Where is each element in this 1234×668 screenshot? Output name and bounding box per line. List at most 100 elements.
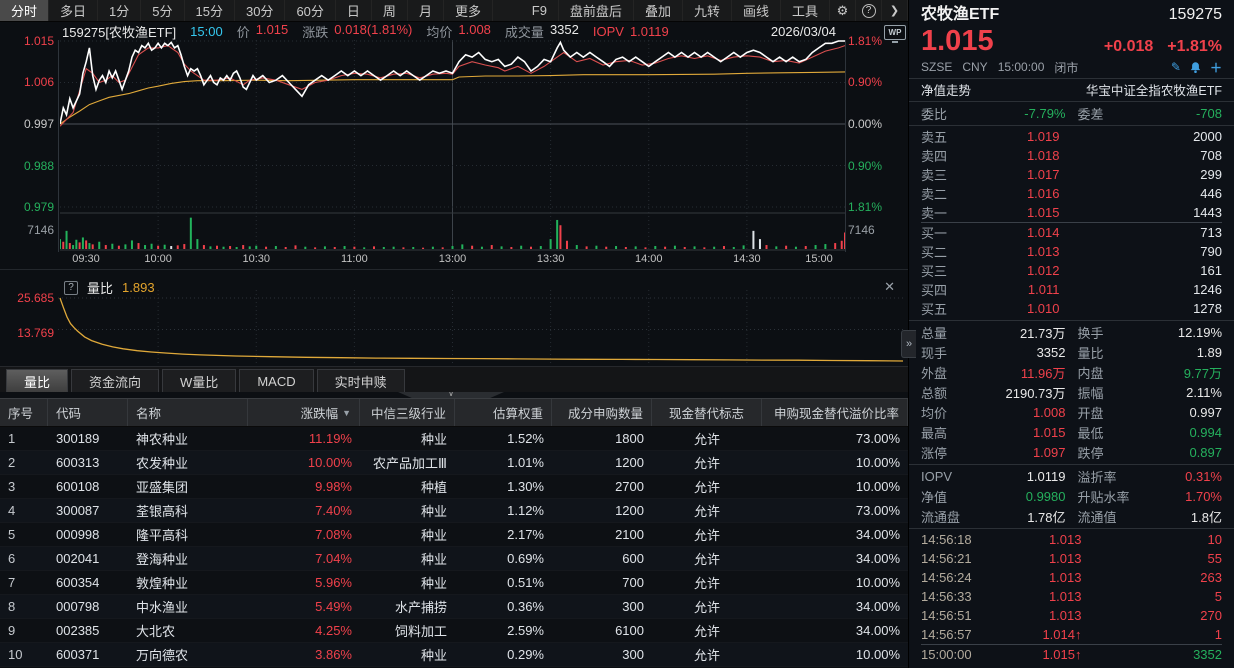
right-axis-tick: 1.81%: [848, 34, 906, 48]
stat-row: 流通盘1.78亿流通值1.8亿: [921, 506, 1222, 526]
timeframe-tab-更多[interactable]: 更多: [444, 0, 493, 21]
column-header-中信三级行业[interactable]: 中信三级行业: [360, 399, 455, 426]
tick-row: 14:56:511.013270: [921, 606, 1222, 625]
book-level-卖五[interactable]: 卖五1.0192000: [921, 127, 1222, 146]
column-header-涨跌幅[interactable]: 涨跌幅▼: [248, 399, 360, 426]
toolbar-item-工具[interactable]: 工具: [781, 0, 830, 21]
fund-full-name: 华宝中证全指农牧渔ETF: [1086, 80, 1222, 99]
column-header-名称[interactable]: 名称: [128, 399, 248, 426]
level-label: 买一: [921, 223, 965, 242]
timeframe-tab-15分[interactable]: 15分: [185, 0, 235, 21]
price-label: 价: [237, 22, 250, 41]
time-tick-14:00: 14:00: [635, 253, 663, 265]
cell: 0.69%: [455, 551, 552, 566]
book-level-卖三[interactable]: 卖三1.017299: [921, 165, 1222, 184]
indicator-tab-资金流向[interactable]: 资金流向: [71, 369, 159, 392]
book-level-买四[interactable]: 买四1.0111246: [921, 280, 1222, 299]
level-price: 1.017: [965, 167, 1094, 182]
indicator-tabs: 量比资金流向W量比MACD实时申赎: [0, 366, 908, 392]
stat-label-升贴水率: 升贴水率: [1066, 487, 1136, 506]
timeframe-tab-60分[interactable]: 60分: [285, 0, 335, 21]
cell: 0.51%: [455, 575, 552, 590]
timeframe-tab-月[interactable]: 月: [408, 0, 444, 21]
book-level-买二[interactable]: 买二1.013790: [921, 242, 1222, 261]
column-header-代码[interactable]: 代码: [48, 399, 128, 426]
panel-expander-handle[interactable]: »: [901, 330, 916, 358]
indicator-panel[interactable]: ? 量比 1.893 ✕ 25.68513.769: [0, 269, 908, 366]
table-row-荃银高科[interactable]: 4300087荃银高科7.40%种业1.12%1200允许73.00%: [0, 499, 908, 523]
cell: 9.98%: [248, 479, 360, 494]
table-row-中水渔业[interactable]: 8000798中水渔业5.49%水产捕捞0.36%300允许34.00%: [0, 595, 908, 619]
book-level-卖一[interactable]: 卖一1.0151443: [921, 203, 1222, 222]
cell: 600108: [48, 479, 128, 494]
column-header-成分申购数量[interactable]: 成分申购数量: [552, 399, 652, 426]
toolbar-item-盘前盘后[interactable]: 盘前盘后: [559, 0, 634, 21]
level-label: 卖四: [921, 146, 965, 165]
price-change: +0.018: [1104, 38, 1153, 56]
cell: 2700: [552, 479, 652, 494]
book-level-买五[interactable]: 买五1.0101278: [921, 299, 1222, 318]
stat-value-溢折率: 0.31%: [1136, 469, 1223, 484]
timeframe-tab-1分[interactable]: 1分: [98, 0, 141, 21]
table-row-大北农[interactable]: 9002385大北农4.25%饲料加工2.59%6100允许34.00%: [0, 619, 908, 643]
settings-gear-icon[interactable]: ⚙: [830, 0, 856, 21]
cell: 2.17%: [455, 527, 552, 542]
stat-label-内盘: 内盘: [1066, 363, 1136, 382]
toolbar-item-九转[interactable]: 九转: [683, 0, 732, 21]
indicator-tab-量比[interactable]: 量比: [6, 369, 68, 392]
weicha-label: 委差: [1066, 104, 1136, 123]
cell: 10.00%: [762, 647, 908, 662]
alert-bell-icon[interactable]: [1189, 61, 1202, 74]
time-and-sales[interactable]: 14:56:181.0131014:56:211.0135514:56:241.…: [921, 530, 1222, 663]
time-tick-13:30: 13:30: [537, 253, 565, 265]
toolbar-more-chevron-icon[interactable]: ❯: [882, 0, 908, 21]
timeframe-tab-5分[interactable]: 5分: [141, 0, 184, 21]
iopv-value: 1.0119: [630, 24, 669, 39]
table-row-神农种业[interactable]: 1300189神农种业11.19%种业1.52%1800允许73.00%: [0, 427, 908, 451]
timeframe-tab-分时[interactable]: 分时: [0, 0, 49, 21]
table-row-登海种业[interactable]: 6002041登海种业7.04%种业0.69%600允许34.00%: [0, 547, 908, 571]
table-row-隆平高科[interactable]: 5000998隆平高科7.08%种业2.17%2100允许34.00%: [0, 523, 908, 547]
book-level-卖四[interactable]: 卖四1.018708: [921, 146, 1222, 165]
indicator-tab-实时申赎[interactable]: 实时申赎: [317, 369, 405, 392]
column-header-现金替代标志[interactable]: 现金替代标志: [652, 399, 762, 426]
intraday-chart[interactable]: 1.0151.0060.9970.9880.9791.81%0.90%0.00%…: [0, 40, 908, 252]
timeframe-tab-日[interactable]: 日: [336, 0, 372, 21]
indicator-tab-MACD[interactable]: MACD: [239, 369, 313, 392]
timeframe-tab-周[interactable]: 周: [372, 0, 408, 21]
book-level-买一[interactable]: 买一1.014713: [921, 223, 1222, 242]
left-axis-tick: 0.979: [0, 200, 54, 214]
column-header-估算权重[interactable]: 估算权重: [455, 399, 552, 426]
cell: 0.36%: [455, 599, 552, 614]
column-header-申购现金替代溢价比率[interactable]: 申购现金替代溢价比率: [762, 399, 908, 426]
tick-time: 14:56:18: [921, 532, 997, 547]
cell: 0.29%: [455, 647, 552, 662]
book-level-卖二[interactable]: 卖二1.016446: [921, 184, 1222, 203]
toolbar-item-F9[interactable]: F9: [521, 0, 559, 21]
toolbar-item-叠加[interactable]: 叠加: [634, 0, 683, 21]
cell: 允许: [652, 477, 762, 496]
indicator-tab-W量比[interactable]: W量比: [162, 369, 236, 392]
column-header-序号[interactable]: 序号: [0, 399, 48, 426]
security-name: 农牧渔ETF: [921, 0, 999, 24]
table-row-敦煌种业[interactable]: 7600354敦煌种业5.96%种业0.51%700允许10.00%: [0, 571, 908, 595]
cell: 5.96%: [248, 575, 360, 590]
bid-book: 买一1.014713买二1.013790买三1.012161买四1.011124…: [921, 223, 1222, 318]
cell: 隆平高科: [128, 525, 248, 544]
nav-trend-label[interactable]: 净值走势: [921, 80, 971, 99]
timeframe-tab-多日[interactable]: 多日: [49, 0, 98, 21]
toolbar-item-画线[interactable]: 画线: [732, 0, 781, 21]
level-quantity: 1443: [1094, 205, 1223, 220]
table-row-万向德农[interactable]: 10600371万向德农3.86%种业0.29%300允许10.00%: [0, 643, 908, 667]
cell: 1.52%: [455, 431, 552, 446]
stat-label-量比: 量比: [1066, 343, 1136, 362]
edit-pencil-icon[interactable]: ✎: [1171, 60, 1181, 74]
table-row-亚盛集团[interactable]: 3600108亚盛集团9.98%种植1.30%2700允许10.00%: [0, 475, 908, 499]
help-icon[interactable]: ?: [856, 0, 882, 21]
timeframe-tab-30分[interactable]: 30分: [235, 0, 285, 21]
table-row-农发种业[interactable]: 2600313农发种业10.00%农产品加工Ⅲ1.01%1200允许10.00%: [0, 451, 908, 475]
book-level-买三[interactable]: 买三1.012161: [921, 261, 1222, 280]
tick-time: 14:56:57: [921, 627, 997, 642]
cell: 种业: [360, 645, 455, 664]
add-plus-icon[interactable]: ＋: [1210, 59, 1222, 76]
